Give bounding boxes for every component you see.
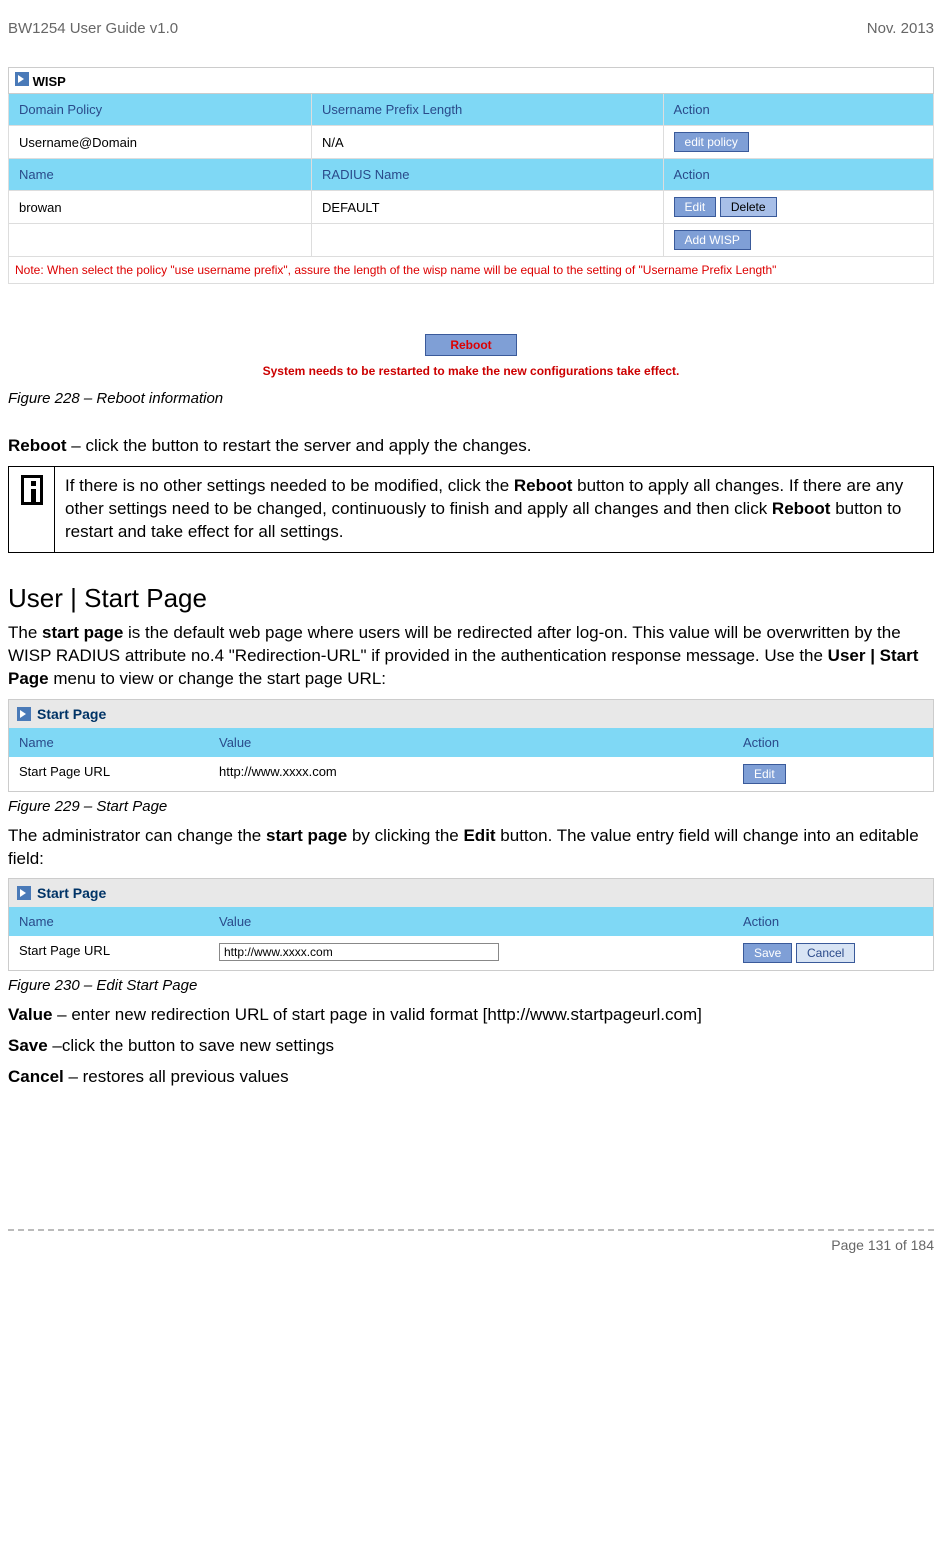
expand-icon: [15, 72, 29, 86]
wisp-note: Note: When select the policy "use userna…: [9, 257, 934, 284]
expand-icon: [17, 886, 31, 900]
info-icon: [21, 475, 43, 505]
value-description: Value – enter new redirection URL of sta…: [8, 1004, 934, 1027]
col-action: Action: [733, 728, 933, 757]
cell-prefix-length: N/A: [312, 126, 664, 159]
row-name: Start Page URL: [9, 936, 209, 970]
row-name: Start Page URL: [9, 757, 209, 791]
figure-230-caption: Figure 230 – Edit Start Page: [8, 977, 934, 994]
add-wisp-button[interactable]: Add WISP: [674, 230, 751, 250]
col-value: Value: [209, 728, 733, 757]
wisp-table: WISP Domain Policy Username Prefix Lengt…: [8, 67, 934, 284]
col-name: Name: [9, 728, 209, 757]
doc-title: BW1254 User Guide v1.0: [8, 20, 178, 37]
col-name: Name: [9, 907, 209, 936]
cell-radius: DEFAULT: [312, 191, 664, 224]
info-text: If there is no other settings needed to …: [55, 466, 934, 552]
col-name: Name: [9, 159, 312, 191]
url-input[interactable]: [219, 943, 499, 961]
save-description: Save –click the button to save new setti…: [8, 1035, 934, 1058]
col-domain-policy: Domain Policy: [9, 94, 312, 126]
cancel-description: Cancel – restores all previous values: [8, 1066, 934, 1089]
col-action: Action: [733, 907, 933, 936]
col-prefix-length: Username Prefix Length: [312, 94, 664, 126]
wisp-title: WISP: [33, 74, 66, 89]
cancel-button[interactable]: Cancel: [796, 943, 855, 963]
edit-button[interactable]: Edit: [743, 764, 786, 784]
reboot-button[interactable]: Reboot: [425, 334, 516, 356]
figure-228-caption: Figure 228 – Reboot information: [8, 390, 934, 407]
start-page-title: Start Page: [37, 706, 106, 722]
col-action-2: Action: [663, 159, 933, 191]
reboot-message: System needs to be restarted to make the…: [8, 364, 934, 378]
col-action: Action: [663, 94, 933, 126]
intro-paragraph: The start page is the default web page w…: [8, 622, 934, 691]
page-header: BW1254 User Guide v1.0 Nov. 2013: [8, 20, 934, 37]
section-title: User | Start Page: [8, 583, 934, 614]
edit-policy-button[interactable]: edit policy: [674, 132, 749, 152]
admin-paragraph: The administrator can change the start p…: [8, 825, 934, 871]
row-value: http://www.xxxx.com: [209, 757, 733, 791]
col-value: Value: [209, 907, 733, 936]
figure-229-caption: Figure 229 – Start Page: [8, 798, 934, 815]
info-box: If there is no other settings needed to …: [8, 466, 934, 553]
start-page-view: Start Page Name Value Action Start Page …: [8, 699, 934, 792]
save-button[interactable]: Save: [743, 943, 792, 963]
start-page-title: Start Page: [37, 885, 106, 901]
edit-button[interactable]: Edit: [674, 197, 717, 217]
page-footer: Page 131 of 184: [8, 1229, 934, 1253]
start-page-edit: Start Page Name Value Action Start Page …: [8, 878, 934, 971]
expand-icon: [17, 707, 31, 721]
cell-name: browan: [9, 191, 312, 224]
delete-button[interactable]: Delete: [720, 197, 777, 217]
doc-date: Nov. 2013: [867, 20, 934, 37]
cell-domain-policy: Username@Domain: [9, 126, 312, 159]
reboot-description: Reboot – click the button to restart the…: [8, 435, 934, 458]
col-radius-name: RADIUS Name: [312, 159, 664, 191]
